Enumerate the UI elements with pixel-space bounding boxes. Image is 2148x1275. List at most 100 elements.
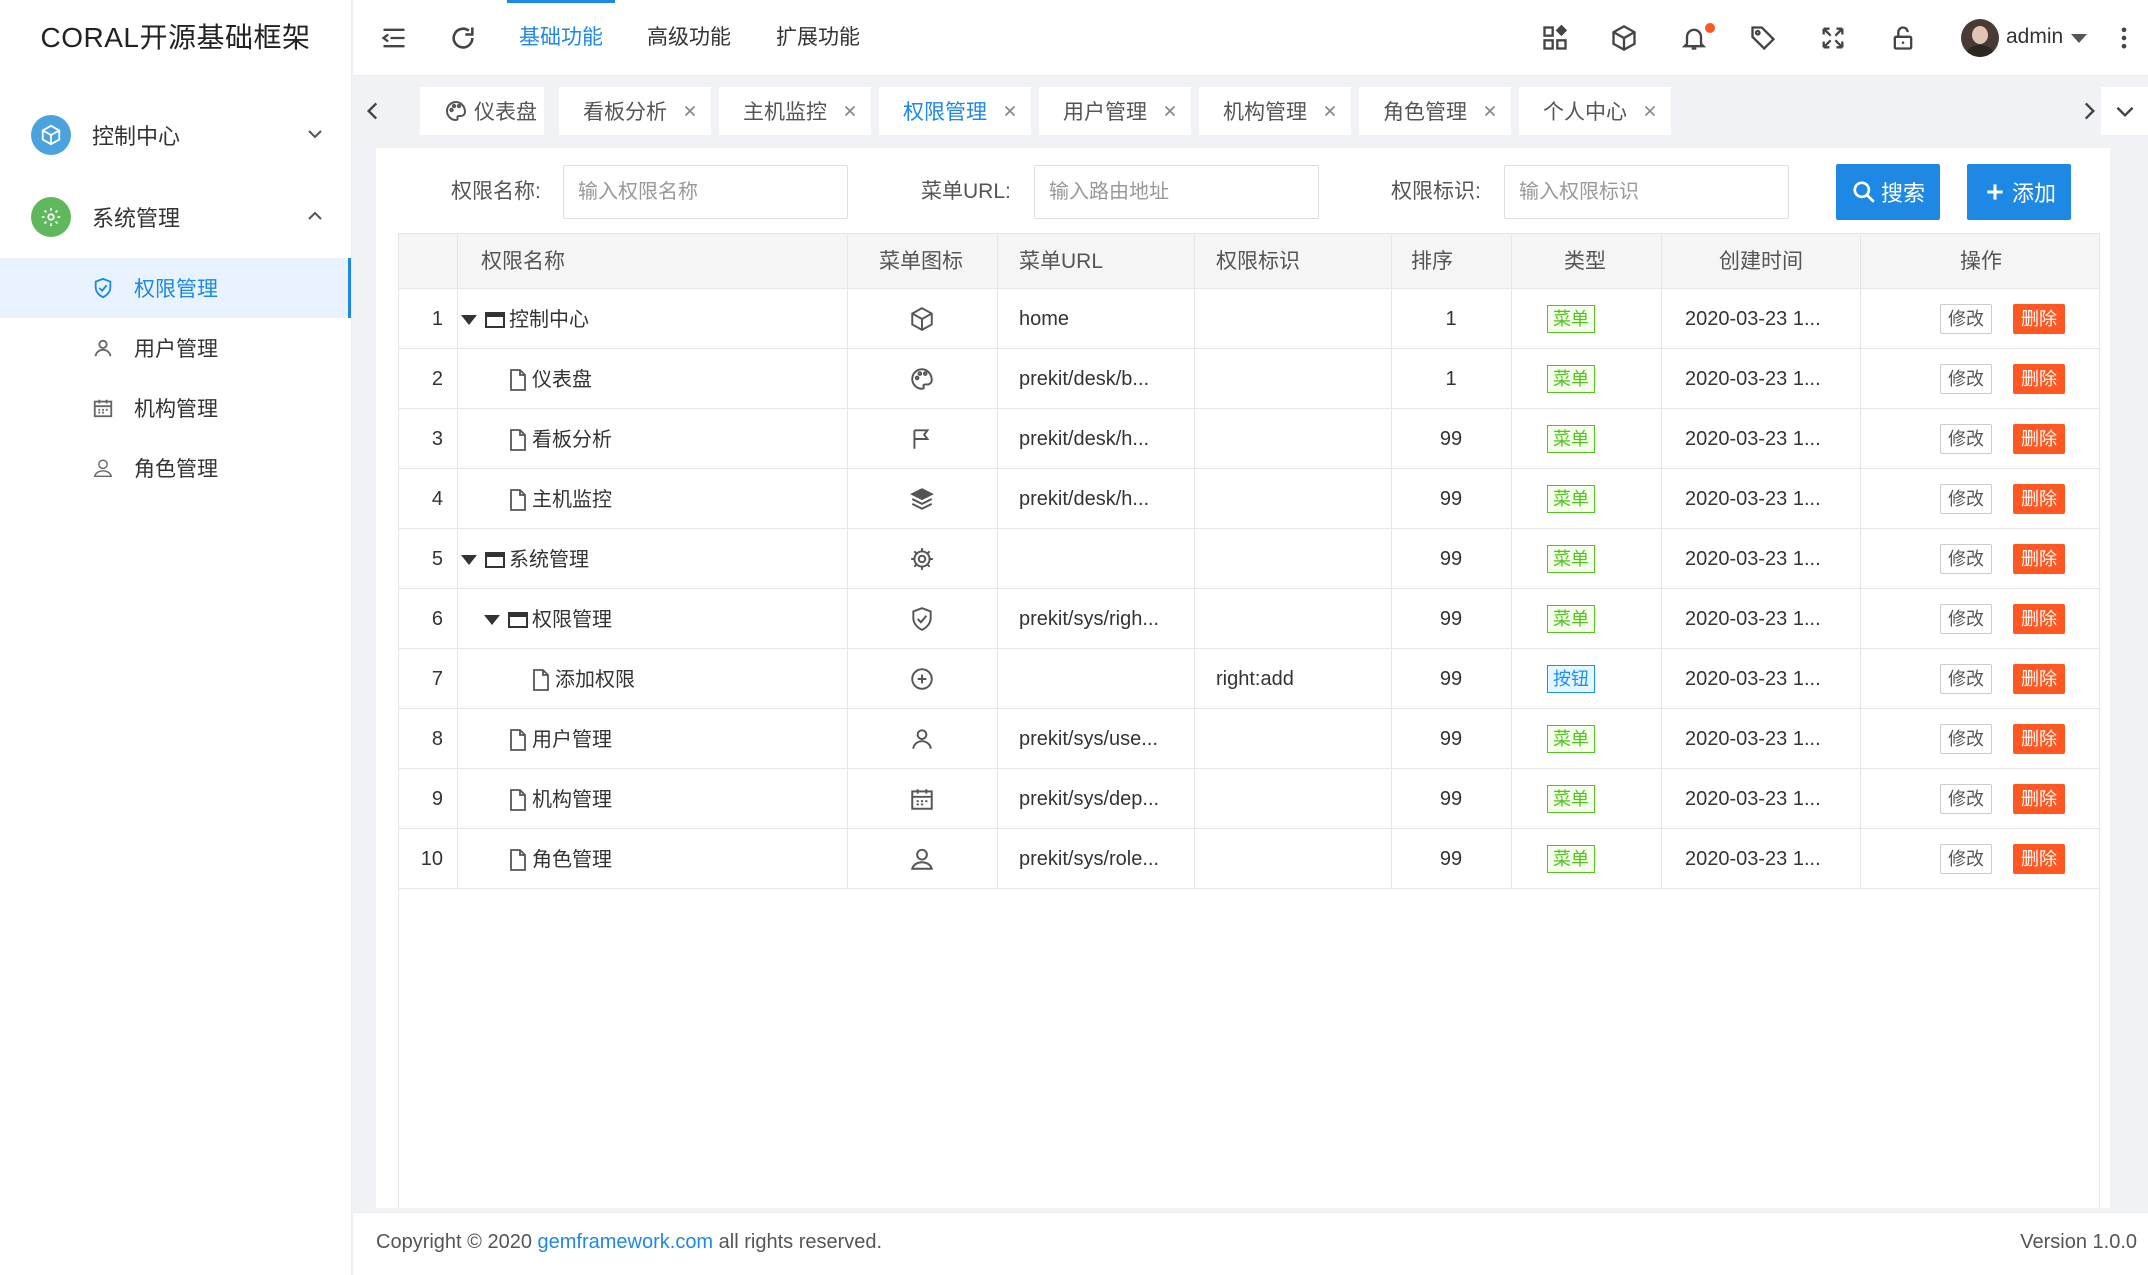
tab-profile[interactable]: 个人中心 xyxy=(1519,87,1671,135)
sidebar-item-roles[interactable]: 角色管理 xyxy=(0,438,351,498)
table-row[interactable]: 6 权限管理 prekit/sys/righ... 99 菜单 2020-03-23 1.… xyxy=(399,589,2099,649)
tab-orgs[interactable]: 机构管理 xyxy=(1199,87,1351,135)
close-icon[interactable] xyxy=(841,102,859,120)
delete-button[interactable]: 删除 xyxy=(2013,844,2065,874)
table-row[interactable]: 4 主机监控 prekit/desk/h... 99 菜单 2020-03-23 1...… xyxy=(399,469,2099,529)
row-number: 10 xyxy=(420,848,443,870)
sidebar-item-users[interactable]: 用户管理 xyxy=(0,318,351,378)
tab-dashboard[interactable]: 仪表盘 xyxy=(420,87,544,135)
tab-menu-dropdown[interactable] xyxy=(2101,87,2148,135)
close-icon[interactable] xyxy=(1001,102,1019,120)
tab-roles[interactable]: 角色管理 xyxy=(1359,87,1511,135)
table-row[interactable]: 8 用户管理 prekit/sys/use... 99 菜单 2020-03-23 1..… xyxy=(399,709,2099,769)
tab-label: 角色管理 xyxy=(1383,101,1467,124)
sidebar-item-permission[interactable]: 权限管理 xyxy=(0,258,351,318)
table-row[interactable]: 5 系统管理 99 菜单 2020-03-23 1... 修改 删除 xyxy=(399,529,2099,589)
refresh-icon[interactable] xyxy=(449,24,477,52)
app-grid-icon[interactable] xyxy=(1541,24,1569,52)
permission-key-input[interactable] xyxy=(1504,165,1789,219)
edit-button[interactable]: 修改 xyxy=(1940,544,1992,574)
edit-button[interactable]: 修改 xyxy=(1940,784,1992,814)
edit-button[interactable]: 修改 xyxy=(1940,844,1992,874)
close-icon[interactable] xyxy=(1641,102,1659,120)
table-row[interactable]: 7 添加权限 right:add 99 按钮 2020-03-23 1... 修改 删除 xyxy=(399,649,2099,709)
tab-label: 个人中心 xyxy=(1543,101,1627,124)
add-button[interactable]: 添加 xyxy=(1967,164,2071,220)
permission-name-input[interactable] xyxy=(563,165,848,219)
close-icon[interactable] xyxy=(1481,102,1499,120)
edit-button[interactable]: 修改 xyxy=(1940,364,1992,394)
footer-link[interactable]: gemframework.com xyxy=(538,1231,714,1253)
delete-button[interactable]: 删除 xyxy=(2013,724,2065,754)
file-icon xyxy=(510,788,526,811)
nav-basic[interactable]: 基础功能 xyxy=(507,0,615,76)
file-icon xyxy=(510,848,526,871)
nav-advanced[interactable]: 高级功能 xyxy=(647,0,731,76)
delete-button[interactable]: 删除 xyxy=(2013,544,2065,574)
delete-button[interactable]: 删除 xyxy=(2013,604,2065,634)
table-row[interactable]: 1 控制中心 home 1 菜单 2020-03-23 1... 修改 删除 xyxy=(399,289,2099,349)
tab-board-analysis[interactable]: 看板分析 xyxy=(559,87,711,135)
edit-button[interactable]: 修改 xyxy=(1940,604,1992,634)
cube-icon[interactable] xyxy=(1610,24,1638,52)
expand-caret-icon[interactable] xyxy=(461,554,477,565)
edit-button[interactable]: 修改 xyxy=(1940,484,1992,514)
lock-icon[interactable] xyxy=(1889,24,1917,52)
copyright-suffix: all rights reserved. xyxy=(713,1231,883,1253)
permission-name-cell: 添加权限 xyxy=(507,649,779,709)
table-row[interactable]: 2 仪表盘 prekit/desk/b... 1 菜单 2020-03-23 1... 修改… xyxy=(399,349,2099,409)
close-icon[interactable] xyxy=(1321,102,1339,120)
menu-url-input[interactable] xyxy=(1034,165,1319,219)
chevron-up-icon xyxy=(308,211,322,220)
nav-extend[interactable]: 扩展功能 xyxy=(776,0,860,76)
calendar-icon xyxy=(93,399,113,418)
permission-name: 仪表盘 xyxy=(532,368,592,391)
sidebar-group-control-center[interactable]: 控制中心 xyxy=(0,94,351,176)
tab-scroll-left[interactable] xyxy=(353,76,393,146)
avatar[interactable] xyxy=(1961,19,1999,57)
permission-key: right:add xyxy=(1216,668,1294,690)
menu-url: prekit/sys/righ... xyxy=(1019,608,1160,630)
permission-name: 机构管理 xyxy=(532,788,612,811)
delete-button[interactable]: 删除 xyxy=(2013,364,2065,394)
folder-icon xyxy=(485,551,505,568)
chevron-down-icon xyxy=(2116,106,2133,118)
edit-button[interactable]: 修改 xyxy=(1940,664,1992,694)
permission-name: 用户管理 xyxy=(532,728,612,751)
more-vertical-icon[interactable] xyxy=(2117,24,2131,52)
delete-button[interactable]: 删除 xyxy=(2013,664,2065,694)
cube-icon xyxy=(909,306,935,332)
fullscreen-icon[interactable] xyxy=(1819,24,1847,52)
user-name[interactable]: admin xyxy=(2006,25,2063,49)
close-icon[interactable] xyxy=(681,102,699,120)
type-badge: 菜单 xyxy=(1547,425,1595,453)
expand-caret-icon[interactable] xyxy=(461,314,477,325)
bell-icon[interactable] xyxy=(1680,24,1708,52)
tab-users[interactable]: 用户管理 xyxy=(1039,87,1191,135)
table-row[interactable]: 3 看板分析 prekit/desk/h... 99 菜单 2020-03-23 1...… xyxy=(399,409,2099,469)
sidebar-group-system[interactable]: 系统管理 xyxy=(0,176,351,258)
sidebar-item-orgs[interactable]: 机构管理 xyxy=(0,378,351,438)
tab-host-monitor[interactable]: 主机监控 xyxy=(719,87,871,135)
edit-button[interactable]: 修改 xyxy=(1940,304,1992,334)
search-button[interactable]: 搜索 xyxy=(1836,164,1940,220)
delete-button[interactable]: 删除 xyxy=(2013,484,2065,514)
tab-permission[interactable]: 权限管理 xyxy=(879,87,1031,135)
edit-button[interactable]: 修改 xyxy=(1940,724,1992,754)
tag-icon[interactable] xyxy=(1749,24,1777,52)
top-bar: 基础功能 高级功能 扩展功能 admin xyxy=(353,0,2148,76)
sort-order: 1 xyxy=(1445,368,1457,390)
created-time: 2020-03-23 1... xyxy=(1685,848,1821,870)
close-icon[interactable] xyxy=(1161,102,1179,120)
caret-down-icon[interactable] xyxy=(2071,34,2087,43)
delete-button[interactable]: 删除 xyxy=(2013,424,2065,454)
table-row[interactable]: 10 角色管理 prekit/sys/role... 99 菜单 2020-03-23 1… xyxy=(399,829,2099,889)
permission-name-cell: 权限管理 xyxy=(484,589,779,649)
edit-button[interactable]: 修改 xyxy=(1940,424,1992,454)
expand-caret-icon[interactable] xyxy=(484,614,500,625)
permission-name-cell: 角色管理 xyxy=(484,829,779,889)
menu-fold-icon[interactable] xyxy=(380,24,408,52)
table-row[interactable]: 9 机构管理 prekit/sys/dep... 99 菜单 2020-03-23 1..… xyxy=(399,769,2099,829)
delete-button[interactable]: 删除 xyxy=(2013,304,2065,334)
delete-button[interactable]: 删除 xyxy=(2013,784,2065,814)
